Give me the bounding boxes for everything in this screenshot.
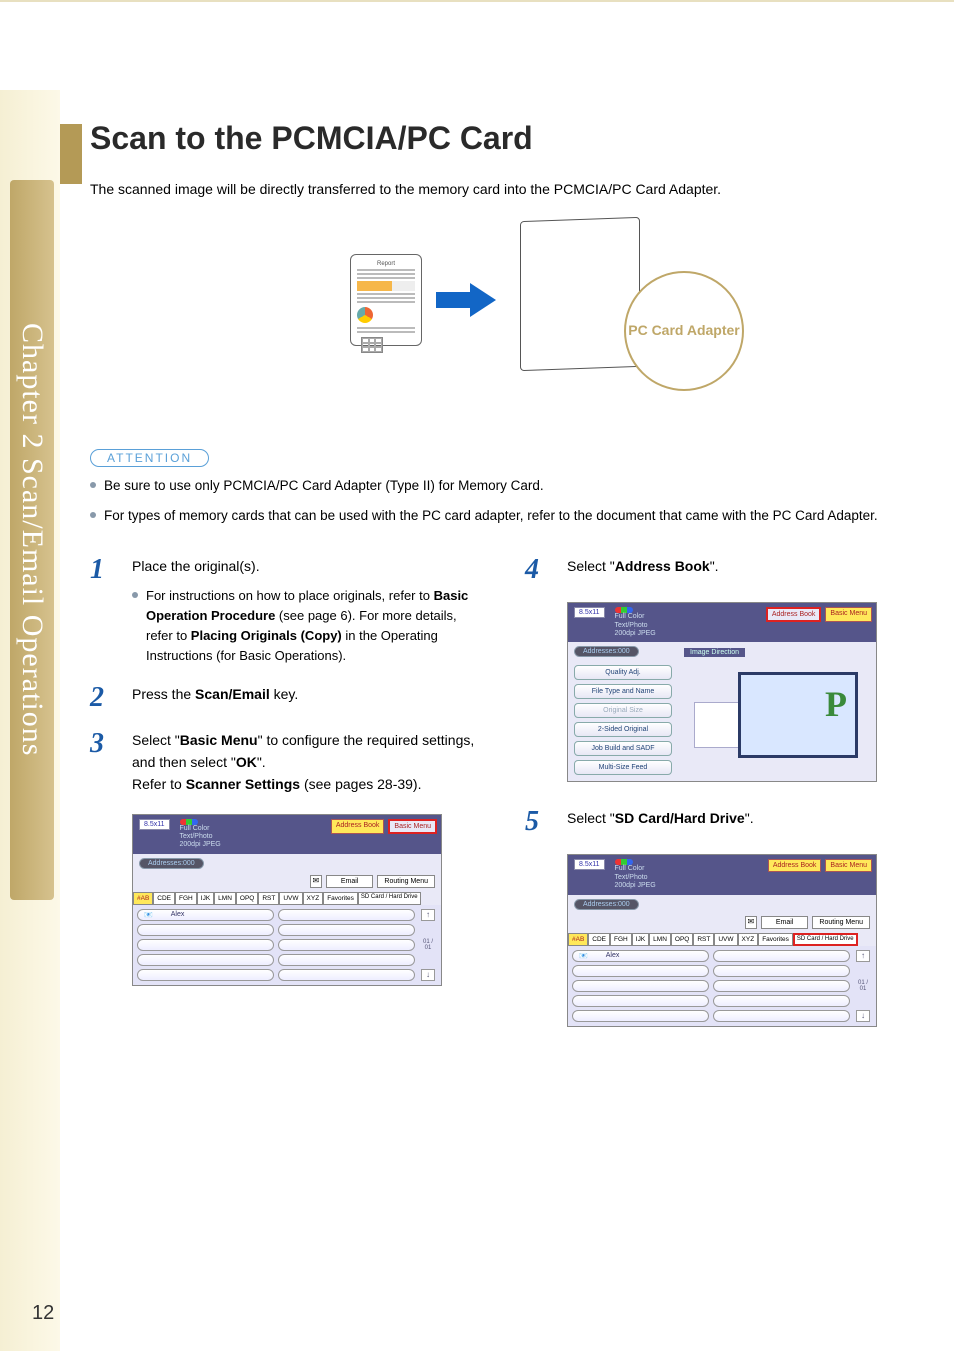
address-book-button-highlighted[interactable]: Address Book [766,607,822,622]
chapter-tab-text: Chapter 2 Scan/Email Operations [15,323,49,756]
step-3: 3 Select "Basic Menu" to configure the r… [90,730,485,795]
original-size-button[interactable]: Original Size [574,703,672,718]
printer-icon: PC Card Adapter [510,215,660,385]
scroll-up-icon[interactable]: ↑ [421,909,435,921]
basic-menu-button[interactable]: Basic Menu [825,607,872,622]
step-2: 2 Press the Scan/Email key. [90,684,485,712]
step-4: 4 Select "Address Book". [525,556,920,584]
list-item[interactable] [137,924,274,936]
screen-sd-card: 8.5x11 Full Color Text/Photo 200dpi JPEG… [567,854,877,1026]
job-build-sadf-button[interactable]: Job Build and SADF [574,741,672,756]
alpha-tabs: #AB CDE FGH IJK LMN OPQ RST UVW XYZ Favo… [133,892,441,905]
arrow-right-icon [436,283,496,317]
list-item[interactable] [137,939,274,951]
list-item[interactable]: 📧 Alex [137,909,274,921]
page-number: 12 [32,1302,54,1325]
paper-size: 8.5x11 [139,819,170,830]
attention-item: Be sure to use only PCMCIA/PC Card Adapt… [90,475,920,497]
intro-text: The scanned image will be directly trans… [90,181,920,197]
addresses-pill[interactable]: Addresses:000 [139,858,204,869]
step-1-note: For instructions on how to place origina… [132,586,485,667]
chapter-tab: Chapter 2 Scan/Email Operations [10,180,54,900]
sd-card-tab[interactable]: SD Card / Hard Drive [358,892,421,905]
routing-menu-button[interactable]: Routing Menu [377,875,435,888]
screen-address-book: 8.5x11 Full Color Text/Photo 200dpi JPEG… [567,602,877,782]
attention-item: For types of memory cards that can be us… [90,505,920,527]
step-5: 5 Select "SD Card/Hard Drive". [525,808,920,836]
pc-card-adapter-callout: PC Card Adapter [624,271,744,391]
multi-size-feed-button[interactable]: Multi-Size Feed [574,760,672,775]
scroll-up-icon[interactable]: ↑ [856,950,870,962]
scroll-down-icon[interactable]: ↓ [856,1010,870,1022]
step-1: 1 Place the original(s). For instruction… [90,556,485,666]
two-sided-original-button[interactable]: 2-Sided Original [574,722,672,737]
quality-adj-button[interactable]: Quality Adj. [574,665,672,680]
address-book-button[interactable]: Address Book [768,859,822,872]
tab-ab[interactable]: #AB [133,892,153,905]
section-accent [60,124,82,184]
basic-menu-button-highlighted[interactable]: Basic Menu [388,819,437,834]
attention-badge: ATTENTION [90,449,209,467]
list-item[interactable] [137,954,274,966]
basic-menu-button[interactable]: Basic Menu [825,859,872,872]
list-item[interactable] [137,969,274,981]
attention-list: Be sure to use only PCMCIA/PC Card Adapt… [90,475,920,526]
image-direction-label: Image Direction [684,648,745,657]
figure: Report PC Card Adapter [90,215,920,385]
address-book-button[interactable]: Address Book [331,819,385,834]
scroll-down-icon[interactable]: ↓ [421,969,435,981]
file-type-name-button[interactable]: File Type and Name [574,684,672,699]
page-counter: 01 / 01 [419,939,437,951]
email-button[interactable]: Email [326,875,374,888]
report-document-icon: Report [350,254,422,346]
page-title: Scan to the PCMCIA/PC Card [90,120,920,157]
screen-basic-menu: 8.5x11 Full Color Text/Photo 200dpi JPEG… [132,814,442,986]
monitor-preview-icon: P [738,672,858,758]
sd-card-tab-highlighted[interactable]: SD Card / Hard Drive [793,933,858,946]
